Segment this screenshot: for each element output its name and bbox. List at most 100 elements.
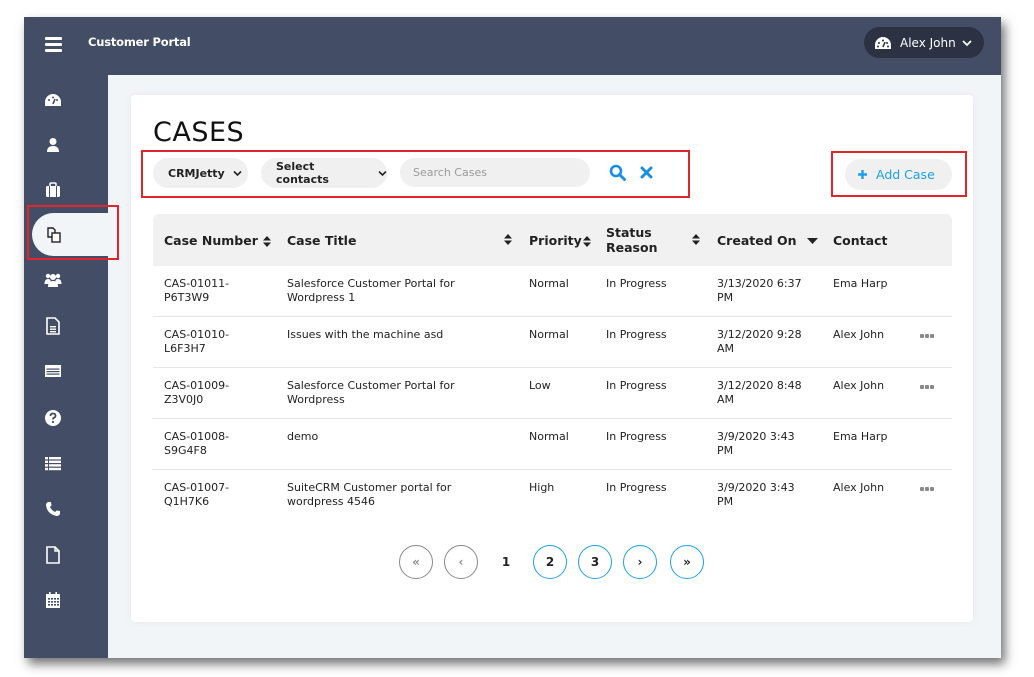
created-on-cell: 3/9/2020 3:43 PM [717, 481, 795, 508]
users-group-icon [44, 273, 62, 287]
contact-cell: Alex John [822, 470, 952, 521]
case-number-cell[interactable]: CAS-01008- S9G4F8 [153, 418, 276, 470]
cases-card: CASES CRMJetty Select contacts Add Case … [131, 95, 973, 622]
sidebar-item-lists[interactable] [24, 445, 108, 481]
app-title: Customer Portal [88, 35, 191, 49]
sidebar-item-calls[interactable] [24, 491, 108, 527]
priority-cell: Normal [518, 418, 595, 470]
first-page-button[interactable]: « [399, 545, 433, 579]
case-title-cell[interactable]: Salesforce Customer Portal for Wordpress… [276, 266, 518, 317]
search-icon[interactable] [609, 164, 626, 181]
case-title-cell[interactable]: Salesforce Customer Portal for Wordpress [276, 367, 518, 419]
app-window: Customer Portal Alex John CASES CRMJetty… [24, 17, 1001, 658]
column-header-status-reason[interactable]: Status Reason [595, 214, 706, 266]
user-menu-button[interactable]: Alex John [864, 27, 984, 58]
created-on-cell: 3/12/2020 8:48 AM [706, 367, 822, 419]
plus-icon [858, 170, 867, 179]
sidebar-item-documents[interactable] [24, 308, 108, 344]
table-row[interactable]: CAS-01008- S9G4F8 demo Normal In Progress 3/9… [153, 418, 952, 470]
previous-page-button[interactable]: ‹ [444, 545, 478, 579]
contact-cell: Ema Harp [822, 266, 952, 317]
sort-icon[interactable] [262, 235, 271, 247]
status-cell: In Progress [595, 367, 706, 419]
status-cell: In Progress [606, 481, 667, 494]
list-icon [45, 457, 61, 471]
dashboard-gauge-icon [45, 94, 61, 106]
status-cell: In Progress [595, 266, 706, 317]
table-row[interactable]: CAS-01007- Q1H7K6 SuiteCRM Customer portal… [153, 470, 952, 521]
clear-search-icon[interactable] [640, 166, 653, 179]
sort-icon[interactable] [504, 234, 512, 245]
case-number-cell[interactable]: CAS-01007- Q1H7K6 [153, 470, 276, 521]
user-name: Alex John [900, 35, 956, 50]
page-2-button[interactable]: 2 [533, 545, 567, 579]
sidebar-item-invoices[interactable] [24, 353, 108, 389]
table-row[interactable]: CAS-01009- Z3V0J0 Salesforce Customer Port… [153, 367, 952, 419]
case-number-cell[interactable]: CAS-01009- Z3V0J0 [153, 367, 276, 419]
contacts-select-value: Select contacts [276, 160, 329, 186]
sidebar [24, 75, 108, 658]
case-number-cell[interactable]: CAS-01011- P6T3W9 [153, 266, 276, 317]
sidebar-item-contacts[interactable] [24, 262, 108, 298]
priority-cell: High [529, 481, 555, 494]
file-text-icon [46, 317, 60, 335]
phone-icon [46, 502, 60, 516]
status-cell: In Progress [595, 418, 706, 470]
chevron-down-icon [962, 39, 972, 46]
sidebar-item-help[interactable] [24, 400, 108, 436]
blank-file-icon [46, 546, 60, 564]
last-page-button[interactable]: » [670, 545, 704, 579]
user-icon [47, 138, 59, 152]
hamburger-menu-icon[interactable] [45, 37, 62, 52]
add-case-button[interactable]: Add Case [845, 159, 952, 190]
status-cell: In Progress [595, 316, 706, 368]
account-select[interactable]: CRMJetty [153, 158, 248, 188]
table-row[interactable]: CAS-01011- P6T3W9 Salesforce Customer Port… [153, 266, 952, 317]
priority-cell: Low [518, 367, 595, 419]
more-actions-icon[interactable] [920, 487, 934, 491]
sidebar-item-profile[interactable] [24, 127, 108, 163]
column-header-contact: Contact [833, 232, 888, 248]
column-header-priority[interactable]: Priority [518, 214, 595, 266]
sort-descending-icon[interactable] [806, 237, 818, 245]
sidebar-item-calendar[interactable] [24, 582, 108, 618]
contacts-select[interactable]: Select contacts [261, 158, 387, 188]
column-header-case-number[interactable]: Case Number [153, 214, 276, 266]
cases-table: Case Number Case Title Priority Status Re… [153, 214, 952, 520]
add-case-label: Add Case [876, 167, 935, 182]
next-page-button[interactable]: › [623, 545, 657, 579]
table-row[interactable]: CAS-01010- L6F3H7 Issues with the machine … [153, 316, 952, 368]
question-circle-icon [45, 410, 61, 426]
contact-cell: Alex John [822, 316, 952, 368]
table-header-row: Case Number Case Title Priority Status Re… [153, 214, 952, 266]
created-on-cell: 3/9/2020 3:43 PM [706, 418, 822, 470]
created-on-cell: 3/13/2020 6:37 PM [706, 266, 822, 317]
more-actions-icon[interactable] [920, 385, 934, 389]
sidebar-item-cases[interactable] [32, 213, 108, 256]
column-header-created-on[interactable]: Created On [706, 214, 822, 266]
page-3-button[interactable]: 3 [578, 545, 612, 579]
sidebar-item-notes[interactable] [24, 537, 108, 573]
case-number-cell[interactable]: CAS-01010- L6F3H7 [153, 316, 276, 368]
search-cases-input[interactable] [400, 158, 590, 187]
sidebar-item-dashboard[interactable] [24, 82, 108, 118]
calendar-icon [46, 592, 60, 608]
sort-icon[interactable] [692, 234, 700, 245]
sidebar-item-accounts[interactable] [24, 172, 108, 208]
sort-icon[interactable] [582, 235, 591, 247]
account-select-value: CRMJetty [168, 166, 225, 180]
more-actions-icon[interactable] [920, 334, 934, 338]
case-title-cell[interactable]: SuiteCRM Customer portal for wordpress 4… [276, 470, 518, 521]
page-1-button[interactable]: 1 [489, 545, 523, 579]
copy-documents-icon [47, 226, 61, 243]
case-title-cell[interactable]: demo [276, 418, 518, 470]
pagination: « ‹ 1 2 3 › » [131, 545, 973, 581]
list-window-icon [45, 365, 61, 377]
priority-cell: Normal [518, 266, 595, 317]
priority-cell: Normal [518, 316, 595, 368]
case-title-cell[interactable]: Issues with the machine asd [276, 316, 518, 368]
column-header-case-title[interactable]: Case Title [276, 214, 518, 266]
created-on-cell: 3/12/2020 9:28 AM [706, 316, 822, 368]
briefcase-icon [46, 182, 60, 197]
top-bar: Customer Portal Alex John [24, 17, 1001, 75]
